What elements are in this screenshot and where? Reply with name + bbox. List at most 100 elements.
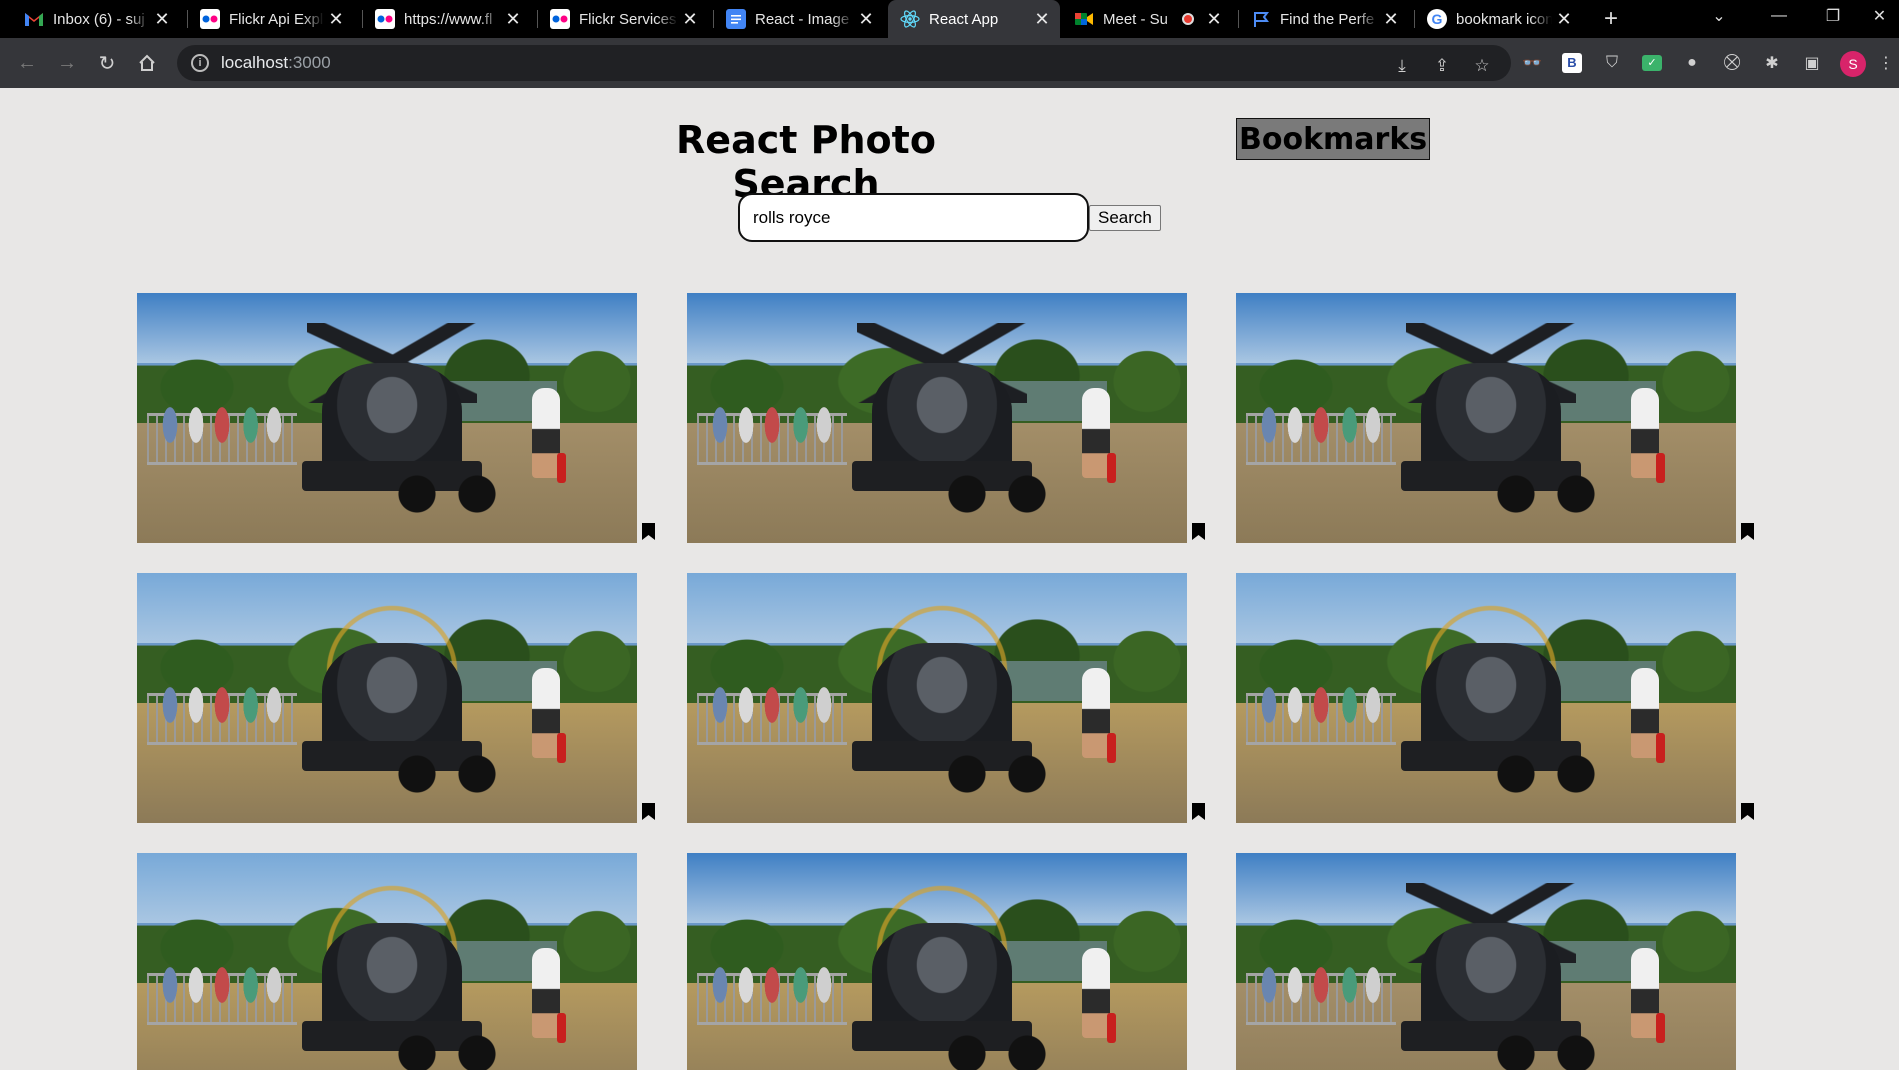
- photo-spectators: [707, 395, 837, 455]
- tab-title: React App: [929, 10, 999, 28]
- window-close-icon[interactable]: ✕: [1860, 0, 1899, 32]
- tab-find-the-perfect[interactable]: Find the Perfe ✕: [1239, 0, 1409, 38]
- photo-fire-extinguisher: [1656, 1013, 1665, 1043]
- photo-fire-extinguisher: [1656, 733, 1665, 763]
- bookmark-icon[interactable]: [1741, 523, 1754, 540]
- photo-spectators: [157, 955, 287, 1015]
- flag-icon: [1251, 9, 1271, 29]
- install-app-icon[interactable]: ⤓: [1391, 55, 1413, 77]
- close-icon[interactable]: ✕: [1030, 9, 1054, 30]
- menu-kebab-icon[interactable]: ⋮: [1876, 51, 1896, 75]
- share-icon[interactable]: ⇪: [1431, 55, 1453, 77]
- search-button[interactable]: Search: [1089, 205, 1161, 231]
- bookmarks-button[interactable]: Bookmarks: [1236, 118, 1431, 160]
- tab-flickr-api-explorer[interactable]: Flickr Api Expl ✕: [188, 0, 354, 38]
- tab-react-image-doc[interactable]: React - Image ✕: [714, 0, 884, 38]
- tab-gmail-inbox[interactable]: Inbox (6) - suj ✕: [12, 0, 180, 38]
- close-icon[interactable]: ✕: [1552, 9, 1576, 30]
- shield-icon[interactable]: ⛉: [1600, 51, 1624, 75]
- photo-card[interactable]: [137, 573, 637, 823]
- photo-person: [1631, 668, 1659, 758]
- photo-card[interactable]: [137, 293, 637, 543]
- bookmark-icon[interactable]: [1192, 523, 1205, 540]
- photo-spectators: [707, 955, 837, 1015]
- flickr-icon: [375, 9, 395, 29]
- meet-icon: [1074, 9, 1094, 29]
- photo-wheels: [937, 473, 1057, 515]
- bookmark-icon[interactable]: [1192, 803, 1205, 820]
- checklist-icon[interactable]: ✓: [1640, 51, 1664, 75]
- photo-spectators: [707, 675, 837, 735]
- browser-toolbar: ← → ↻ i localhost:3000 ⤓ ⇪ ☆ 👓 B ⛉ ✓ ● ⛒…: [0, 38, 1899, 88]
- photo-fire-extinguisher: [1107, 733, 1116, 763]
- photo-fire-extinguisher: [1107, 1013, 1116, 1043]
- glasses-icon[interactable]: 👓: [1520, 51, 1544, 75]
- photo-fire-extinguisher: [557, 453, 566, 483]
- photo-wheels: [937, 753, 1057, 795]
- tab-google-meet[interactable]: Meet - Su ✕: [1062, 0, 1232, 38]
- back-arrow-icon[interactable]: ←: [14, 50, 40, 76]
- reload-icon[interactable]: ↻: [94, 50, 120, 76]
- close-icon[interactable]: ✕: [854, 9, 878, 30]
- close-icon[interactable]: ✕: [501, 9, 525, 30]
- home-icon[interactable]: [134, 50, 160, 76]
- sidepanel-icon[interactable]: ▣: [1800, 51, 1824, 75]
- photo-wheels: [1486, 753, 1606, 795]
- address-bar[interactable]: i localhost:3000 ⤓ ⇪ ☆: [177, 45, 1511, 81]
- tab-flickr-services[interactable]: Flickr Services ✕: [538, 0, 708, 38]
- restore-icon[interactable]: ❐: [1806, 0, 1860, 32]
- photo-card[interactable]: [687, 293, 1187, 543]
- new-tab-plus-icon[interactable]: +: [1584, 3, 1638, 35]
- photo-spectators: [157, 675, 287, 735]
- gmail-icon: [24, 9, 44, 29]
- tab-title: Inbox (6) - suj: [53, 10, 145, 28]
- tab-react-app[interactable]: React App ✕: [888, 0, 1060, 38]
- photo-card[interactable]: [1236, 293, 1736, 543]
- page-content: React Photo Search Bookmarks Search: [0, 88, 1899, 1070]
- photo-person: [1082, 388, 1110, 478]
- bookmark-icon[interactable]: [642, 803, 655, 820]
- photo-spectators: [157, 395, 287, 455]
- tab-flickr-url[interactable]: https://www.fl ✕: [363, 0, 531, 38]
- close-icon[interactable]: ✕: [150, 9, 174, 30]
- photo-card[interactable]: [1236, 853, 1736, 1070]
- photo-person: [1082, 948, 1110, 1038]
- close-icon[interactable]: ✕: [1202, 9, 1226, 30]
- tab-title: Find the Perfe: [1280, 10, 1375, 28]
- close-icon[interactable]: ✕: [678, 9, 702, 30]
- photo-spectators: [1256, 395, 1386, 455]
- photo-fire-extinguisher: [1656, 453, 1665, 483]
- bookmark-icon[interactable]: [642, 523, 655, 540]
- photo-card[interactable]: [687, 853, 1187, 1070]
- browser-tab-strip: Inbox (6) - suj ✕ Flickr Api Expl ✕ http…: [0, 0, 1899, 38]
- bookmark-icon[interactable]: [1741, 803, 1754, 820]
- drop-icon[interactable]: ●: [1680, 51, 1704, 75]
- tab-google-bookmark-icon[interactable]: G bookmark icon ✕: [1415, 0, 1582, 38]
- bookmark-star-icon[interactable]: ☆: [1471, 55, 1493, 77]
- address-url: localhost:3000: [221, 53, 331, 73]
- photo-person: [1631, 388, 1659, 478]
- photo-card[interactable]: [137, 853, 637, 1070]
- forward-arrow-icon[interactable]: →: [54, 50, 80, 76]
- photo-fire-extinguisher: [557, 733, 566, 763]
- mask-icon[interactable]: ⛒: [1720, 51, 1744, 75]
- photo-wheels: [387, 473, 507, 515]
- photo-person: [532, 668, 560, 758]
- close-icon[interactable]: ✕: [1379, 9, 1403, 30]
- photo-wheels: [1486, 473, 1606, 515]
- search-input[interactable]: [738, 193, 1089, 242]
- profile-avatar[interactable]: S: [1840, 51, 1866, 77]
- minimize-icon[interactable]: —: [1752, 0, 1806, 32]
- react-icon: [900, 9, 920, 29]
- photo-card[interactable]: [1236, 573, 1736, 823]
- photo-spectators: [1256, 675, 1386, 735]
- close-icon[interactable]: ✕: [324, 9, 348, 30]
- tab-title: Flickr Api Expl: [229, 10, 324, 28]
- puzzle-icon[interactable]: ✱: [1760, 51, 1784, 75]
- photo-spectators: [1256, 955, 1386, 1015]
- tab-search-chevron-icon[interactable]: ⌄: [1692, 0, 1746, 32]
- site-info-icon[interactable]: i: [191, 54, 209, 72]
- photo-card[interactable]: [687, 573, 1187, 823]
- photo-person: [1082, 668, 1110, 758]
- b-extension-icon[interactable]: B: [1560, 51, 1584, 75]
